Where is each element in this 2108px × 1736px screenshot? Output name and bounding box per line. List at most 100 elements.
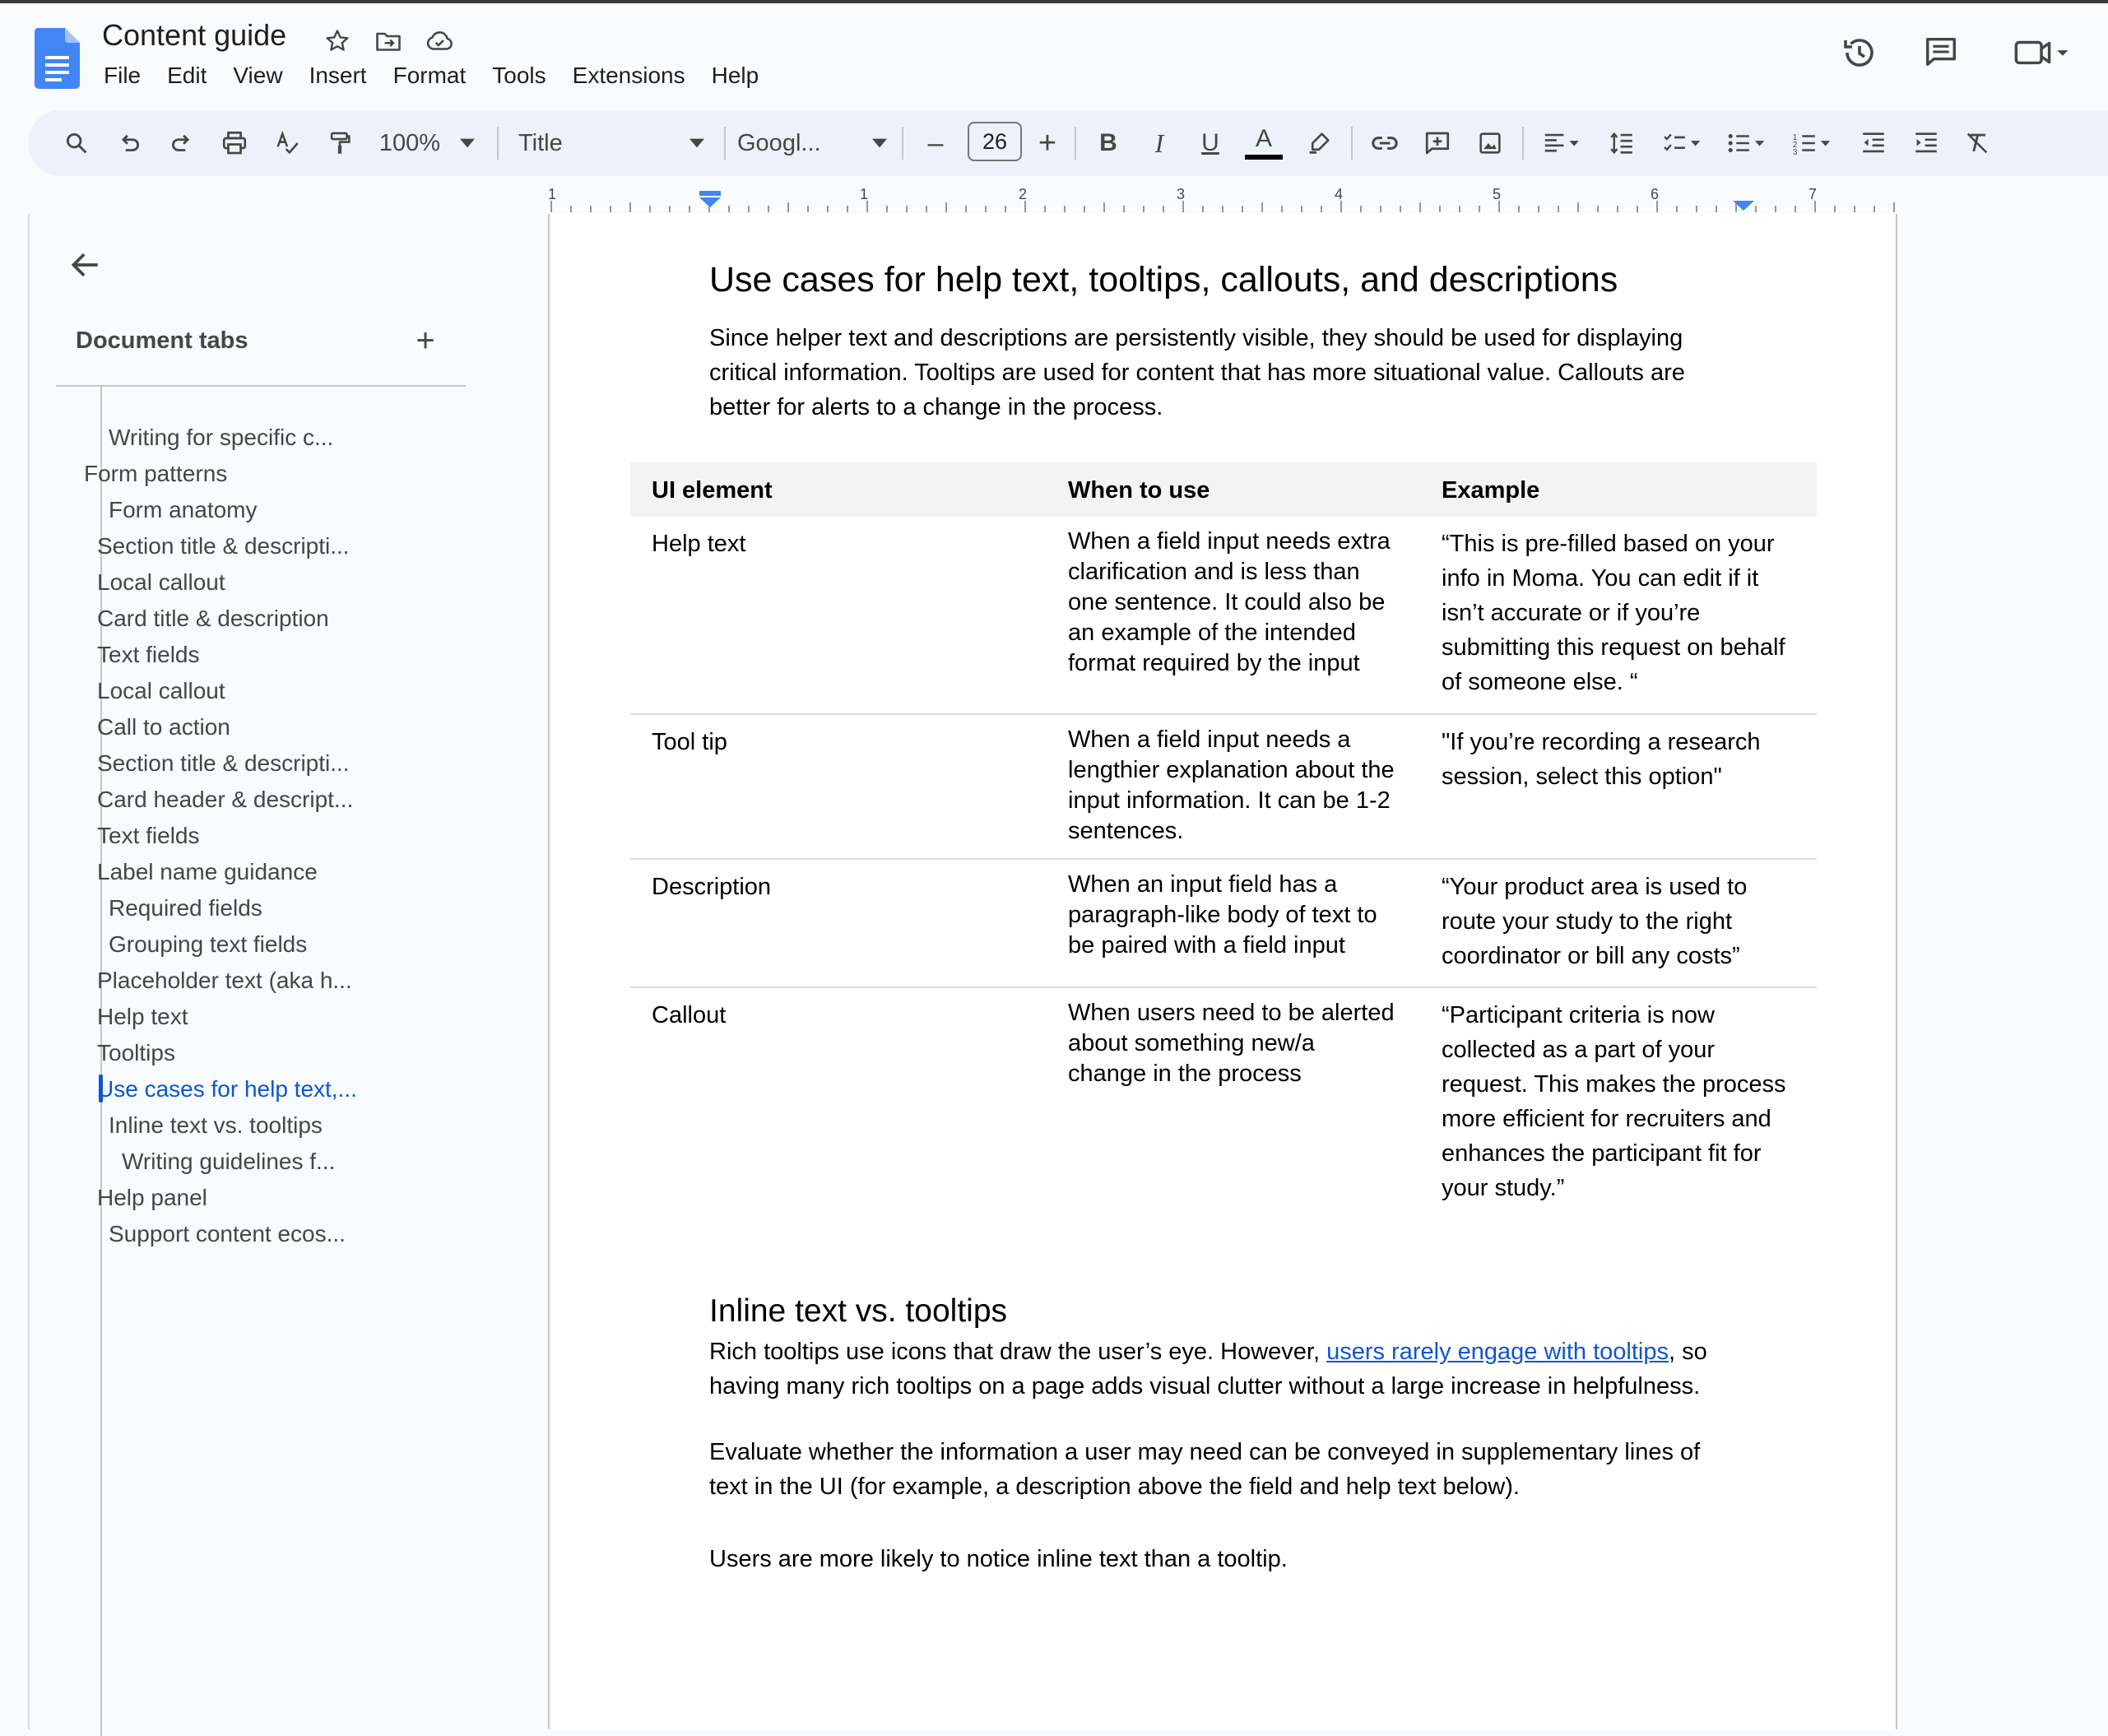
table-cell[interactable]: “Your product area is used to route your… xyxy=(1420,858,1817,987)
star-icon[interactable] xyxy=(321,25,354,58)
font-select[interactable]: Googl... xyxy=(737,110,898,176)
docs-logo-icon[interactable] xyxy=(35,28,80,89)
menu-view[interactable]: View xyxy=(220,63,295,89)
back-arrow-icon[interactable] xyxy=(67,247,104,287)
outline-item[interactable]: Support content ecos... xyxy=(109,1221,346,1247)
spellcheck-icon[interactable] xyxy=(267,110,308,176)
table-header-cell[interactable]: UI element xyxy=(630,462,1047,517)
table-cell[interactable]: When an input field has a paragraph-like… xyxy=(1047,858,1420,987)
outline-item[interactable]: Label name guidance xyxy=(97,859,318,885)
font-size-input[interactable]: 26 xyxy=(968,122,1022,161)
outline-item[interactable]: Card title & description xyxy=(97,606,329,632)
outline-item[interactable]: Text fields xyxy=(97,823,200,849)
add-comment-icon[interactable] xyxy=(1417,110,1458,176)
bulleted-list-icon[interactable] xyxy=(1718,110,1776,176)
table-cell[interactable]: When a field input needs a lengthier exp… xyxy=(1047,713,1420,859)
table-cell[interactable]: “This is pre-filled based on your info i… xyxy=(1420,517,1817,714)
zoom-select[interactable]: 100% xyxy=(374,110,481,176)
table-header-cell[interactable]: When to use xyxy=(1047,462,1420,517)
outline-item[interactable]: Required fields xyxy=(109,895,262,921)
chevron-down-icon xyxy=(460,138,476,148)
paragraph-style-select[interactable]: Title xyxy=(518,110,724,176)
outline-item[interactable]: Text fields xyxy=(97,642,200,668)
search-menus-icon[interactable] xyxy=(56,110,97,176)
underline-icon[interactable]: U xyxy=(1190,110,1231,176)
increase-font-size-button[interactable]: + xyxy=(1027,110,1068,176)
menu-edit[interactable]: Edit xyxy=(154,63,220,89)
paint-format-icon[interactable] xyxy=(319,110,360,176)
increase-indent-icon[interactable] xyxy=(1906,110,1947,176)
table-cell[interactable]: Help text xyxy=(630,517,1047,714)
menu-file[interactable]: File xyxy=(91,63,154,89)
table-cell[interactable]: When a field input needs extra clarifica… xyxy=(1047,517,1420,714)
bold-icon[interactable]: B xyxy=(1088,110,1129,176)
subheading[interactable]: Inline text vs. tooltips xyxy=(709,1293,1007,1330)
outline-item[interactable]: Section title & descripti... xyxy=(97,750,350,777)
ruler-mark: 1 xyxy=(548,186,556,202)
line-spacing-icon[interactable] xyxy=(1601,110,1642,176)
document-title[interactable]: Content guide xyxy=(102,18,286,53)
clear-formatting-icon[interactable] xyxy=(1957,110,1998,176)
outline-item[interactable]: Help panel xyxy=(97,1185,207,1211)
align-left-icon[interactable] xyxy=(1534,110,1591,176)
undo-icon[interactable] xyxy=(109,110,150,176)
section-heading[interactable]: Use cases for help text, tooltips, callo… xyxy=(709,260,1618,300)
outline-item[interactable]: Help text xyxy=(97,1004,188,1030)
version-history-icon[interactable] xyxy=(1840,33,1879,72)
chevron-down-icon xyxy=(872,138,887,148)
insert-image-icon[interactable] xyxy=(1470,110,1511,176)
menu-extensions[interactable]: Extensions xyxy=(560,63,699,89)
menu-bar: File Edit View Insert Format Tools Exten… xyxy=(91,63,772,89)
text-color-icon[interactable]: A xyxy=(1241,110,1287,176)
add-tab-button[interactable]: + xyxy=(405,316,446,365)
outline-item[interactable]: Local callout xyxy=(97,678,225,704)
table-cell[interactable]: When users need to be alerted about some… xyxy=(1047,986,1420,1217)
table-header-cell[interactable]: Example xyxy=(1420,462,1817,517)
document-page[interactable]: Use cases for help text, tooltips, callo… xyxy=(548,214,1897,1729)
table-cell[interactable]: "If you’re recording a research session,… xyxy=(1420,713,1817,859)
comments-icon[interactable] xyxy=(1922,33,1960,71)
outline-item[interactable]: Placeholder text (aka h... xyxy=(97,968,352,994)
outline-item[interactable]: Writing for specific c... xyxy=(109,425,333,451)
menu-format[interactable]: Format xyxy=(380,63,480,89)
tooltips-research-link[interactable]: users rarely engage with tooltips xyxy=(1326,1339,1669,1365)
move-folder-icon[interactable] xyxy=(372,25,405,58)
paragraph-evaluate[interactable]: Evaluate whether the information a user … xyxy=(709,1435,1738,1504)
outline-item[interactable]: Form patterns xyxy=(84,461,227,487)
outline-item[interactable]: Card header & descript... xyxy=(97,787,353,813)
outline-item[interactable]: Inline text vs. tooltips xyxy=(109,1112,323,1139)
intro-paragraph[interactable]: Since helper text and descriptions are p… xyxy=(709,321,1738,425)
table-cell[interactable]: Callout xyxy=(630,986,1047,1217)
horizontal-ruler[interactable]: 1 1 2 3 4 5 6 7 xyxy=(546,186,1896,214)
numbered-list-icon[interactable]: 123 xyxy=(1784,110,1841,176)
outline-item[interactable]: Local callout xyxy=(97,569,225,596)
menu-insert[interactable]: Insert xyxy=(296,63,380,89)
insert-link-icon[interactable] xyxy=(1363,110,1407,176)
redo-icon[interactable] xyxy=(161,110,202,176)
paragraph-text: Rich tooltips use icons that draw the us… xyxy=(709,1339,1327,1365)
outline-item[interactable]: Call to action xyxy=(97,714,230,740)
outline-item[interactable]: Tooltips xyxy=(97,1040,175,1066)
paragraph-inline-text[interactable]: Users are more likely to notice inline t… xyxy=(709,1542,1738,1576)
outline-item[interactable]: Grouping text fields xyxy=(109,931,307,958)
cloud-saved-icon[interactable] xyxy=(423,25,456,58)
ui-element-table[interactable]: UI element When to use Example Help text… xyxy=(630,462,1817,1217)
menu-help[interactable]: Help xyxy=(699,63,773,89)
outline-item[interactable]: Use cases for help text,... xyxy=(97,1076,357,1102)
print-icon[interactable] xyxy=(214,110,255,176)
table-cell[interactable]: Tool tip xyxy=(630,713,1047,859)
ruler-mark: 3 xyxy=(1177,186,1185,202)
highlight-color-icon[interactable] xyxy=(1298,110,1340,176)
table-cell[interactable]: Description xyxy=(630,858,1047,987)
outline-item[interactable]: Section title & descripti... xyxy=(97,533,350,559)
menu-tools[interactable]: Tools xyxy=(479,63,559,89)
table-cell[interactable]: “Participant criteria is now collected a… xyxy=(1420,986,1817,1217)
outline-item[interactable]: Writing guidelines f... xyxy=(122,1149,335,1175)
checklist-icon[interactable] xyxy=(1654,110,1711,176)
italic-icon[interactable]: I xyxy=(1139,110,1180,176)
decrease-indent-icon[interactable] xyxy=(1853,110,1894,176)
decrease-font-size-button[interactable]: – xyxy=(915,110,956,176)
meet-video-icon[interactable] xyxy=(2013,33,2070,71)
outline-item[interactable]: Form anatomy xyxy=(109,497,258,523)
paragraph-tooltips[interactable]: Rich tooltips use icons that draw the us… xyxy=(709,1334,1738,1404)
